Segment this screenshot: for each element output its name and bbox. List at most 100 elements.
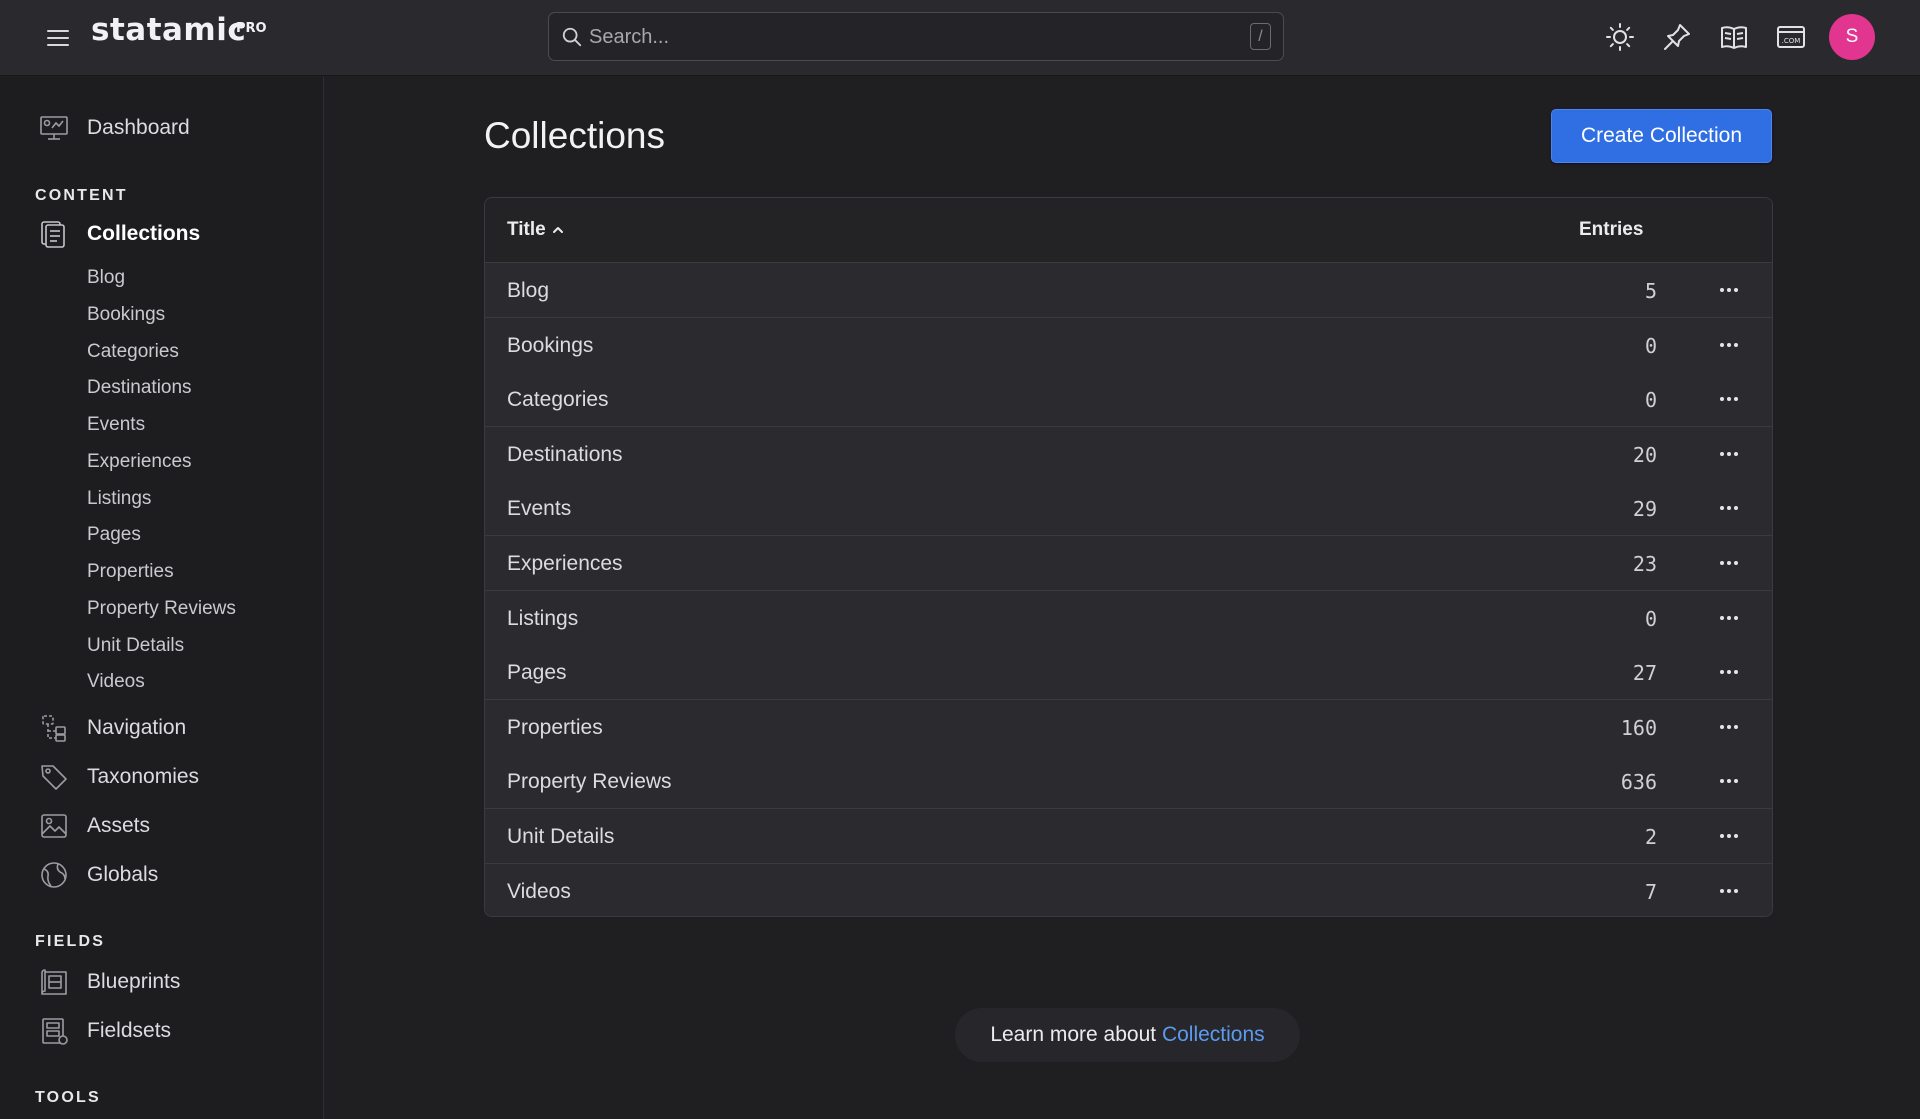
globe-icon — [41, 862, 67, 888]
search-shortcut-key: / — [1250, 23, 1271, 50]
row-title-link[interactable]: Videos — [507, 880, 571, 904]
sidebar-subitem-properties[interactable]: Properties — [87, 561, 174, 583]
row-actions-more-icon[interactable] — [1715, 880, 1743, 902]
user-avatar[interactable]: S — [1829, 14, 1875, 60]
sidebar-subitem-pages[interactable]: Pages — [87, 524, 141, 546]
sidebar-item-collections[interactable]: Collections — [38, 218, 200, 250]
sidebar-item-blueprints[interactable]: Blueprints — [38, 966, 180, 998]
row-title-link[interactable]: Destinations — [507, 443, 623, 467]
row-title-link[interactable]: Experiences — [507, 552, 623, 576]
sidebar-subitem-listings[interactable]: Listings — [87, 488, 151, 510]
row-entries-count: 0 — [1644, 606, 1657, 631]
table-row[interactable]: Listings 0 — [485, 590, 1772, 646]
sidebar-item-label: Collections — [87, 222, 201, 245]
table-row[interactable]: Blog 5 — [485, 263, 1772, 318]
row-actions-more-icon[interactable] — [1715, 279, 1743, 301]
sidebar-item-navigation[interactable]: Navigation — [38, 712, 186, 744]
svg-text:.COM: .COM — [1782, 37, 1801, 45]
menu-toggle-icon[interactable] — [45, 25, 71, 49]
row-actions-more-icon[interactable] — [1715, 388, 1743, 410]
row-title-link[interactable]: Events — [507, 497, 571, 521]
column-header-entries[interactable]: Entries — [1579, 219, 1643, 241]
row-entries-count: 20 — [1632, 442, 1657, 467]
row-entries-count: 7 — [1644, 879, 1657, 904]
row-entries-count: 23 — [1632, 552, 1657, 576]
row-actions-more-icon[interactable] — [1715, 552, 1743, 574]
row-entries-count: 0 — [1644, 388, 1657, 413]
sidebar-item-label: Blueprints — [87, 970, 181, 993]
pin-icon[interactable] — [1662, 22, 1692, 52]
row-actions-more-icon[interactable] — [1715, 825, 1743, 847]
sidebar-subitem-property-reviews[interactable]: Property Reviews — [87, 598, 236, 620]
tag-icon — [41, 765, 67, 790]
search-icon — [562, 27, 582, 47]
row-title-link[interactable]: Property Reviews — [507, 770, 672, 794]
sidebar-subitem-videos[interactable]: Videos — [87, 671, 145, 693]
table-header: Title Entries — [485, 198, 1772, 263]
row-entries-count: 27 — [1632, 661, 1657, 686]
logo[interactable]: statamic — [91, 12, 246, 48]
row-title-link[interactable]: Blog — [507, 279, 549, 303]
section-title-content: CONTENT — [35, 187, 128, 204]
row-actions-more-icon[interactable] — [1715, 497, 1743, 519]
row-title-link[interactable]: Listings — [507, 607, 578, 631]
docs-book-icon[interactable] — [1719, 22, 1749, 52]
sidebar-subitem-destinations[interactable]: Destinations — [87, 377, 192, 399]
sidebar-subitem-blog[interactable]: Blog — [87, 267, 125, 289]
row-actions-more-icon[interactable] — [1715, 443, 1743, 465]
table-row[interactable]: Categories 0 — [485, 372, 1772, 428]
table-row[interactable]: Events 29 — [485, 481, 1772, 537]
blueprint-icon — [41, 969, 67, 995]
sidebar-item-dashboard[interactable]: Dashboard — [38, 112, 190, 144]
sidebar-item-taxonomies[interactable]: Taxonomies — [38, 761, 199, 793]
learn-more-link[interactable]: Collections — [1162, 1023, 1265, 1046]
search-bar[interactable]: / — [548, 12, 1284, 61]
row-title-link[interactable]: Pages — [507, 661, 567, 685]
sidebar-item-assets[interactable]: Assets — [38, 810, 150, 842]
sidebar-item-label: Navigation — [87, 716, 187, 739]
sidebar-item-label: Dashboard — [87, 116, 190, 139]
site-com-icon[interactable]: .COM — [1776, 22, 1806, 52]
sidebar-item-label: Assets — [87, 814, 151, 837]
top-bar: statamic PRO / .COM S — [0, 0, 1920, 76]
column-header-title[interactable]: Title — [507, 219, 565, 241]
table-row[interactable]: Properties 160 — [485, 699, 1772, 755]
sidebar-item-label: Taxonomies — [87, 765, 200, 788]
row-actions-more-icon[interactable] — [1715, 334, 1743, 356]
sidebar-item-label: Fieldsets — [87, 1019, 172, 1042]
table-row[interactable]: Pages 27 — [485, 645, 1772, 701]
sidebar-subitem-bookings[interactable]: Bookings — [87, 304, 165, 326]
sidebar-subitem-events[interactable]: Events — [87, 414, 145, 436]
sidebar-item-globals[interactable]: Globals — [38, 859, 158, 891]
create-collection-button[interactable]: Create Collection — [1551, 109, 1772, 163]
table-row[interactable]: Destinations 20 — [485, 426, 1772, 482]
fieldset-icon — [42, 1018, 68, 1045]
row-title-link[interactable]: Categories — [507, 388, 609, 412]
table-row[interactable]: Experiences 23 — [485, 536, 1772, 591]
row-title-link[interactable]: Bookings — [507, 334, 593, 358]
sidebar-item-fieldsets[interactable]: Fieldsets — [38, 1015, 171, 1047]
collections-table: Title Entries Blog 5 Bookings 0 Categories 0 D… — [484, 197, 1773, 917]
sort-ascending-icon — [552, 227, 563, 233]
row-title-link[interactable]: Unit Details — [507, 825, 614, 849]
table-row[interactable]: Bookings 0 — [485, 317, 1772, 373]
row-actions-more-icon[interactable] — [1715, 716, 1743, 738]
sidebar-subitem-unit-details[interactable]: Unit Details — [87, 635, 184, 657]
row-title-link[interactable]: Properties — [507, 716, 603, 740]
row-entries-count: 29 — [1632, 497, 1657, 522]
section-title-tools: TOOLS — [35, 1089, 101, 1106]
theme-sun-icon[interactable] — [1605, 22, 1635, 52]
row-entries-count: 636 — [1620, 770, 1657, 795]
image-icon — [41, 814, 67, 838]
row-entries-count: 5 — [1644, 279, 1657, 303]
table-row[interactable]: Unit Details 2 — [485, 809, 1772, 864]
search-input[interactable] — [589, 21, 1229, 53]
table-row[interactable]: Videos 7 — [485, 863, 1772, 916]
row-actions-more-icon[interactable] — [1715, 607, 1743, 629]
section-title-fields: FIELDS — [35, 933, 106, 950]
table-row[interactable]: Property Reviews 636 — [485, 754, 1772, 810]
row-actions-more-icon[interactable] — [1715, 770, 1743, 792]
sidebar-subitem-experiences[interactable]: Experiences — [87, 451, 192, 473]
sidebar-subitem-categories[interactable]: Categories — [87, 341, 179, 363]
row-actions-more-icon[interactable] — [1715, 661, 1743, 683]
